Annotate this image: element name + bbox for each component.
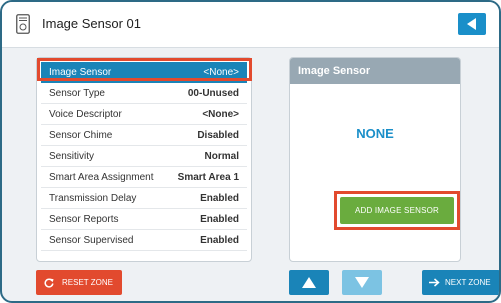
setting-row-sensor-reports[interactable]: Sensor Reports Enabled (41, 209, 247, 230)
refresh-icon (44, 278, 54, 288)
reset-zone-button[interactable]: RESET ZONE (36, 270, 122, 295)
setting-row-sensitivity[interactable]: Sensitivity Normal (41, 146, 247, 167)
setting-label: Voice Descriptor (49, 108, 122, 120)
setting-value: Enabled (200, 234, 239, 246)
triangle-up-icon (302, 277, 316, 288)
setting-label: Sensor Supervised (49, 234, 134, 246)
header-bar: Image Sensor 01 (2, 2, 499, 48)
settings-list: Image Sensor <None> Sensor Type 00-Unuse… (36, 57, 252, 262)
zone-config-panel: Image Sensor 01 Image Sensor <None> Sens… (0, 0, 501, 303)
setting-value: Normal (204, 150, 239, 162)
setting-label: Sensor Reports (49, 213, 119, 225)
setting-label: Image Sensor (49, 66, 112, 78)
setting-row-sensor-type[interactable]: Sensor Type 00-Unused (41, 83, 247, 104)
page-title: Image Sensor 01 (42, 16, 142, 31)
back-arrow-icon (467, 18, 476, 30)
setting-label: Sensor Chime (49, 129, 113, 141)
arrow-right-icon (429, 278, 440, 287)
add-image-sensor-button[interactable]: ADD IMAGE SENSOR (340, 197, 454, 224)
next-zone-button[interactable]: NEXT ZONE (422, 270, 499, 295)
move-up-button[interactable] (289, 270, 329, 295)
triangle-down-icon (355, 277, 369, 288)
move-down-button[interactable] (342, 270, 382, 295)
detail-panel: Image Sensor NONE (289, 57, 461, 262)
setting-value: Enabled (200, 213, 239, 225)
back-button[interactable] (458, 13, 486, 35)
setting-value: <None> (203, 66, 239, 78)
setting-label: Sensitivity (49, 150, 95, 162)
setting-label: Smart Area Assignment (49, 171, 154, 183)
setting-row-sensor-supervised[interactable]: Sensor Supervised Enabled (41, 230, 247, 251)
sensor-device-icon (16, 14, 30, 34)
setting-row-smart-area-assignment[interactable]: Smart Area Assignment Smart Area 1 (41, 167, 247, 188)
setting-value: Enabled (200, 192, 239, 204)
setting-row-voice-descriptor[interactable]: Voice Descriptor <None> (41, 104, 247, 125)
setting-row-sensor-chime[interactable]: Sensor Chime Disabled (41, 125, 247, 146)
detail-value: NONE (356, 126, 394, 141)
setting-value: Smart Area 1 (177, 171, 239, 183)
setting-value: Disabled (197, 129, 239, 141)
setting-label: Transmission Delay (49, 192, 137, 204)
detail-title: Image Sensor (290, 58, 460, 84)
setting-value: <None> (202, 108, 239, 120)
setting-row-transmission-delay[interactable]: Transmission Delay Enabled (41, 188, 247, 209)
reset-zone-label: RESET ZONE (62, 278, 113, 287)
setting-row-image-sensor[interactable]: Image Sensor <None> (41, 62, 247, 83)
setting-label: Sensor Type (49, 87, 105, 99)
next-zone-label: NEXT ZONE (445, 278, 491, 287)
setting-value: 00-Unused (187, 87, 239, 99)
